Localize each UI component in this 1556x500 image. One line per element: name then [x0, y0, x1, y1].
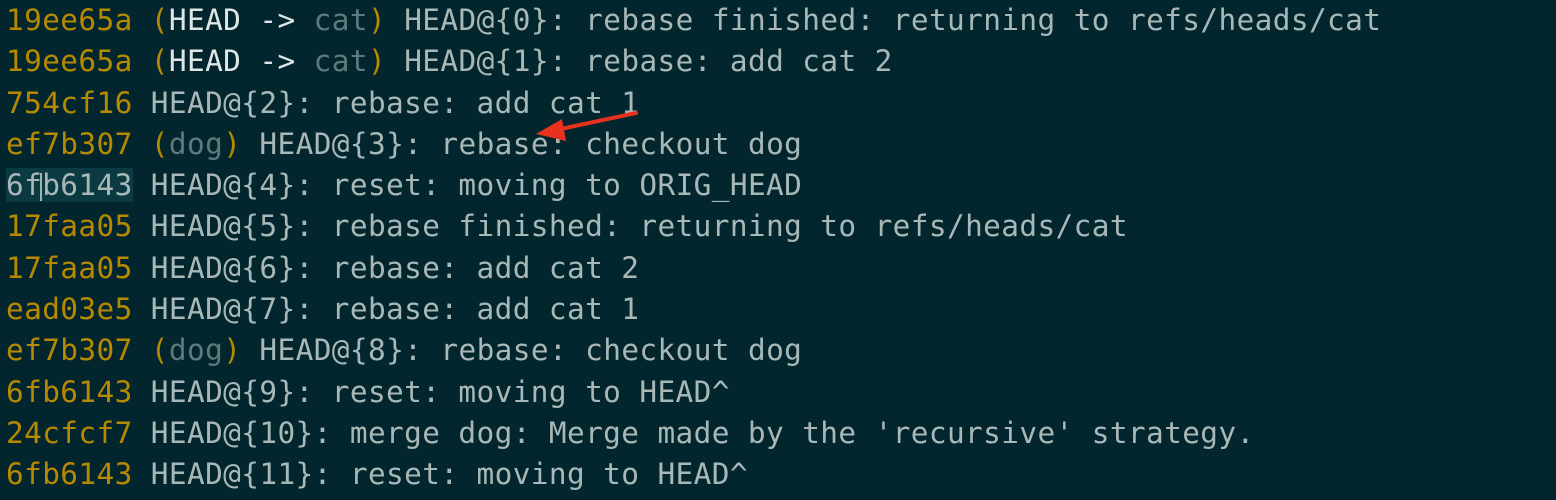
commit-hash: 17faa05	[6, 250, 133, 285]
reflog-line: ead03e5 HEAD@{7}: rebase: add cat 1	[6, 289, 1550, 330]
reflog-line: ef7b307 (dog) HEAD@{8}: rebase: checkout…	[6, 330, 1550, 371]
commit-hash: 6fb6143	[6, 457, 133, 492]
reflog-line: 754cf16 HEAD@{2}: rebase: add cat 1	[6, 83, 1550, 124]
reflog-selector: HEAD@{4}:	[150, 168, 314, 203]
reflog-line: 24cfcf7 HEAD@{10}: merge dog: Merge made…	[6, 413, 1550, 454]
reflog-message: rebase: add cat 2	[585, 44, 893, 79]
reflog-message: rebase: add cat 1	[331, 85, 640, 120]
reflog-line: 6fb6143 HEAD@{11}: reset: moving to HEAD…	[6, 454, 1550, 495]
head-ref: HEAD	[168, 3, 242, 37]
ref-arrow: ->	[241, 3, 314, 37]
reflog-message: reset: moving to HEAD^	[331, 374, 730, 409]
branch-name: cat	[313, 3, 368, 37]
reflog-line: 6fb6143 HEAD@{9}: reset: moving to HEAD^	[6, 372, 1550, 413]
reflog-message: rebase finished: returning to refs/heads…	[585, 3, 1382, 37]
reflog-message: reset: moving to HEAD^	[349, 457, 748, 492]
reflog-message: rebase finished: returning to refs/heads…	[331, 209, 1128, 244]
reflog-line: ef7b307 (dog) HEAD@{3}: rebase: checkout…	[6, 124, 1550, 165]
decoration-open-paren: (	[150, 44, 169, 79]
branch-name: dog	[168, 126, 224, 161]
reflog-line: 17faa05 HEAD@{5}: rebase finished: retur…	[6, 206, 1550, 247]
terminal-output[interactable]: 19ee65a (HEAD -> cat) HEAD@{0}: rebase f…	[6, 0, 1550, 496]
reflog-line: 19ee65a (HEAD -> cat) HEAD@{1}: rebase: …	[6, 41, 1550, 82]
reflog-message: rebase: checkout dog	[440, 333, 803, 368]
reflog-selector: HEAD@{5}:	[150, 209, 314, 244]
commit-hash: ef7b307	[6, 333, 133, 368]
hash-part-2: b6143	[42, 168, 133, 203]
decoration-close-paren: )	[223, 126, 242, 161]
branch-name: cat	[313, 44, 368, 79]
decoration-close-paren: )	[367, 3, 387, 37]
reflog-selector: HEAD@{6}:	[150, 250, 314, 285]
commit-hash: 754cf16	[6, 85, 133, 120]
reflog-message: rebase: add cat 1	[331, 292, 640, 327]
reflog-line: 19ee65a (HEAD -> cat) HEAD@{0}: rebase f…	[6, 0, 1550, 41]
reflog-selector: HEAD@{9}:	[150, 374, 314, 409]
reflog-selector: HEAD@{10}:	[150, 415, 332, 450]
commit-hash: 19ee65a	[6, 3, 133, 37]
reflog-line: 17faa05 HEAD@{6}: rebase: add cat 2	[6, 248, 1550, 289]
reflog-selector: HEAD@{3}:	[259, 126, 423, 161]
reflog-selector: HEAD@{2}:	[150, 85, 314, 120]
reflog-selector: HEAD@{8}:	[259, 333, 423, 368]
commit-hash: 6fb6143	[6, 374, 133, 409]
decoration-open-paren: (	[150, 333, 169, 368]
branch-name: dog	[168, 333, 224, 368]
reflog-line: 6fb6143 HEAD@{4}: reset: moving to ORIG_…	[6, 165, 1550, 206]
reflog-message: rebase: add cat 2	[331, 250, 640, 285]
reflog-message: merge dog: Merge made by the 'recursive'…	[349, 415, 1255, 450]
reflog-selector: HEAD@{11}:	[150, 457, 332, 492]
commit-hash: ef7b307	[6, 126, 133, 161]
decoration-open-paren: (	[150, 3, 169, 37]
commit-hash: ead03e5	[6, 292, 133, 327]
commit-hash: 17faa05	[6, 209, 133, 244]
selected-commit-hash[interactable]: 6fb6143	[6, 168, 133, 203]
commit-hash: 19ee65a	[6, 44, 133, 79]
decoration-close-paren: )	[367, 44, 387, 79]
commit-hash: 24cfcf7	[6, 415, 133, 450]
decoration-close-paren: )	[223, 333, 242, 368]
reflog-selector: HEAD@{7}:	[150, 292, 314, 327]
reflog-selector: HEAD@{1}:	[404, 44, 568, 79]
reflog-message: rebase: checkout dog	[440, 126, 803, 161]
head-ref: HEAD	[168, 44, 242, 79]
ref-arrow: ->	[241, 44, 314, 79]
reflog-message: reset: moving to ORIG_HEAD	[331, 168, 803, 203]
hash-part-1: 6f	[6, 168, 43, 203]
reflog-selector: HEAD@{0}:	[404, 3, 568, 37]
decoration-open-paren: (	[150, 126, 169, 161]
